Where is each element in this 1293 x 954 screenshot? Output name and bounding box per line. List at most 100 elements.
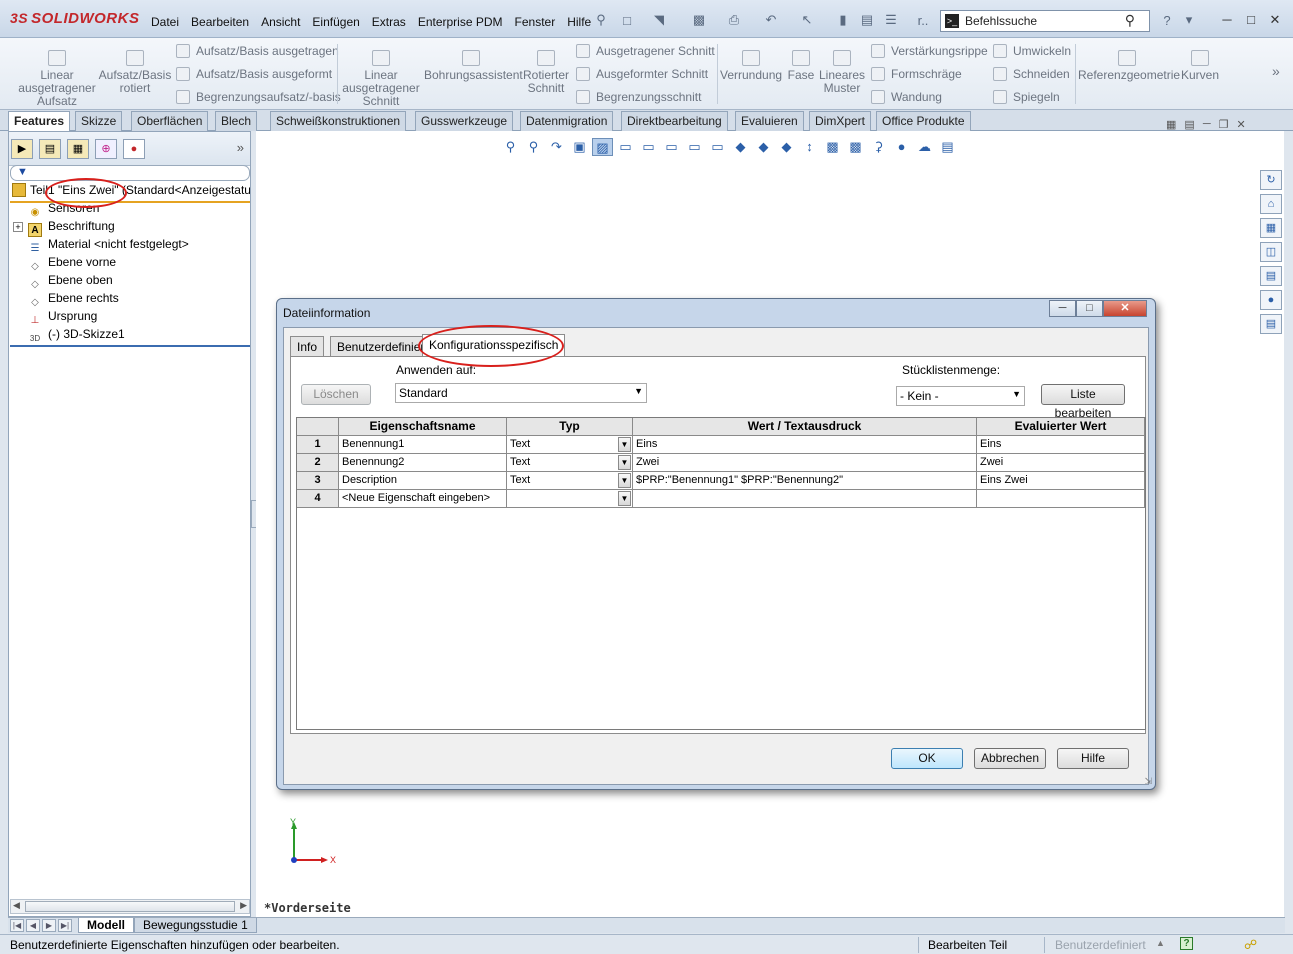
property-name-cell[interactable]: Benennung1 <box>339 436 507 454</box>
quick-tips-icon[interactable]: ? <box>1180 937 1193 950</box>
help-dropdown-icon[interactable]: ▾ <box>1180 11 1198 29</box>
doc-close-icon[interactable]: ✕ <box>1236 118 1245 131</box>
row-number[interactable]: 4 <box>297 490 339 508</box>
rib-button[interactable]: Verstärkungsrippe <box>871 44 988 58</box>
isometric-view-icon[interactable]: ◆ <box>753 138 774 156</box>
restore-view-icon[interactable]: ▦ <box>1166 118 1176 131</box>
chevron-down-icon[interactable]: ▼ <box>618 455 631 470</box>
scroll-left-icon[interactable]: ◀ <box>13 900 20 911</box>
tree-item-ebene-rechts[interactable]: ◇ Ebene rechts <box>28 291 119 309</box>
chevron-down-icon[interactable]: ▼ <box>618 491 631 506</box>
tree-item-ursprung[interactable]: ⊥ Ursprung <box>28 309 98 327</box>
pin-icon[interactable]: ⚲ <box>592 11 610 29</box>
file-explorer-icon[interactable]: ▦ <box>1260 218 1282 238</box>
row-number[interactable]: 2 <box>297 454 339 472</box>
close-icon[interactable]: ✕ <box>1266 12 1284 28</box>
swept-cut-button[interactable]: Ausgetragener Schnitt <box>576 44 715 58</box>
back-view-icon[interactable]: ▭ <box>638 138 659 156</box>
property-name-cell[interactable]: Benennung2 <box>339 454 507 472</box>
tab-modell[interactable]: Modell <box>78 918 134 933</box>
tree-filter-input[interactable]: ▼ <box>10 165 250 181</box>
ok-button[interactable]: OK <box>891 748 963 769</box>
maximize-icon[interactable]: □ <box>1242 12 1260 28</box>
edit-appearance-icon[interactable]: ● <box>891 138 912 156</box>
dialog-minimize-icon[interactable]: ─ <box>1049 300 1076 317</box>
property-value-cell[interactable]: $PRP:"Benennung1" $PRP:"Benennung2" <box>633 472 977 490</box>
save-icon[interactable]: ▩ <box>690 11 708 29</box>
top-view-icon[interactable]: ▭ <box>707 138 728 156</box>
tab-blech[interactable]: Blech <box>215 111 258 131</box>
last-tab-icon[interactable]: ▶| <box>58 919 72 932</box>
extrude-cut-button[interactable]: Linear ausgetragener Schnitt <box>341 50 421 108</box>
menu-bearbeiten[interactable]: Bearbeiten <box>185 13 255 31</box>
tab-evaluieren[interactable]: Evaluieren <box>735 111 804 131</box>
apply-to-select[interactable]: Standard ▼ <box>395 383 647 403</box>
ribbon-expand-icon[interactable]: » <box>1272 63 1280 79</box>
tree-item-ebene-vorne[interactable]: ◇ Ebene vorne <box>28 255 116 273</box>
scrollbar-thumb[interactable] <box>25 901 235 912</box>
tab-benutzerdefiniert[interactable]: Benutzerdefiniert <box>330 336 435 356</box>
property-type-cell[interactable]: Text ▼ <box>507 436 633 454</box>
boundary-cut-button[interactable]: Begrenzungsschnitt <box>576 90 701 104</box>
delete-button[interactable]: Löschen <box>301 384 371 405</box>
tree-item-sensoren[interactable]: ◉ Sensoren <box>28 201 100 219</box>
menu-extras[interactable]: Extras <box>366 13 412 31</box>
next-tab-icon[interactable]: ▶ <box>42 919 56 932</box>
hole-wizard-button[interactable]: Bohrungsassistent <box>424 50 523 82</box>
chevron-down-icon[interactable]: ▼ <box>618 437 631 452</box>
file-properties-icon[interactable]: ▤ <box>858 11 876 29</box>
tree-root-part[interactable]: Teil1 "Eins Zwei" (Standard<Anzeigestatu <box>10 183 250 203</box>
bom-quantity-select[interactable]: - Kein - ▼ <box>896 386 1025 406</box>
trimetric-view-icon[interactable]: ◆ <box>776 138 797 156</box>
apply-scene-icon[interactable]: ☁ <box>914 138 935 156</box>
tree-item-3d-skizze1[interactable]: 3D (-) 3D-Skizze1 <box>28 327 125 345</box>
dimetric-view-icon[interactable]: ▩ <box>822 138 843 156</box>
display-style-icon[interactable]: ▩ <box>845 138 866 156</box>
chevron-down-icon[interactable]: ▼ <box>618 473 631 488</box>
property-manager-icon[interactable]: ▤ <box>39 139 61 159</box>
resize-grip-icon[interactable]: ⇲ <box>1144 776 1152 787</box>
view-palette-icon[interactable]: ▤ <box>1260 266 1282 286</box>
edit-list-button[interactable]: Liste bearbeiten <box>1041 384 1125 420</box>
view-orientation-icon[interactable]: ▨ <box>592 138 613 156</box>
tab-konfigurationsspezifisch[interactable]: Konfigurationsspezifisch <box>422 334 566 357</box>
prev-tab-icon[interactable]: ◀ <box>26 919 40 932</box>
scroll-right-icon[interactable]: ▶ <box>240 900 247 911</box>
section-view-icon[interactable]: ▣ <box>569 138 590 156</box>
units-dropdown-icon[interactable]: ▲ <box>1156 938 1165 948</box>
tab-dimxpert[interactable]: DimXpert <box>809 111 872 131</box>
menu-enterprise-pdm[interactable]: Enterprise PDM <box>412 13 509 31</box>
feature-tree-icon[interactable]: ▶ <box>11 139 33 159</box>
tab-bewegungsstudie-1[interactable]: Bewegungsstudie 1 <box>134 918 257 933</box>
tab-datenmigration[interactable]: Datenmigration <box>520 111 614 131</box>
solidworks-logo[interactable]: 3S SOLIDWORKS <box>10 10 139 27</box>
expand-toggle-icon[interactable]: + <box>13 222 23 232</box>
revolve-cut-button[interactable]: Rotierter Schnitt <box>521 50 571 95</box>
tree-item-ebene-oben[interactable]: ◇ Ebene oben <box>28 273 113 291</box>
display-manager-icon[interactable]: ● <box>123 139 145 159</box>
new-document-icon[interactable]: □ <box>618 11 636 29</box>
open-document-icon[interactable]: ◥ <box>650 11 668 29</box>
row-number[interactable]: 3 <box>297 472 339 490</box>
reference-geometry-button[interactable]: Referenzgeometrie <box>1078 50 1180 82</box>
tree-item-beschriftung[interactable]: A Beschriftung <box>28 219 115 237</box>
shell-button[interactable]: Wandung <box>871 90 942 104</box>
hide-show-items-icon[interactable]: ⚳ <box>868 138 889 156</box>
select-arrow-icon[interactable]: ↖ <box>798 11 816 29</box>
doc-maximize-icon[interactable]: ❐ <box>1219 118 1229 131</box>
command-search-box[interactable]: >_ Befehlssuche ⚲ <box>940 10 1150 32</box>
doc-minimize-icon[interactable]: ─ <box>1203 118 1211 131</box>
tab-direktbearbeitung[interactable]: Direktbearbeitung <box>621 111 728 131</box>
wrap-button[interactable]: Umwickeln <box>993 44 1071 58</box>
custom-properties-icon[interactable]: ▤ <box>1260 314 1282 334</box>
loft-cut-button[interactable]: Ausgeformter Schnitt <box>576 67 708 81</box>
property-type-cell[interactable]: Text ▼ <box>507 472 633 490</box>
tab-skizze[interactable]: Skizze <box>75 111 123 131</box>
swept-boss-button[interactable]: Aufsatz/Basis ausgetragen <box>176 44 339 58</box>
intersect-button[interactable]: Schneiden <box>993 67 1070 81</box>
left-view-icon[interactable]: ▭ <box>661 138 682 156</box>
tab-office-produkte[interactable]: Office Produkte <box>876 111 971 131</box>
front-view-icon[interactable]: ▭ <box>615 138 636 156</box>
solidworks-resources-icon[interactable]: ↻ <box>1260 170 1282 190</box>
new-property-cell[interactable]: <Neue Eigenschaft eingeben> <box>339 490 507 508</box>
